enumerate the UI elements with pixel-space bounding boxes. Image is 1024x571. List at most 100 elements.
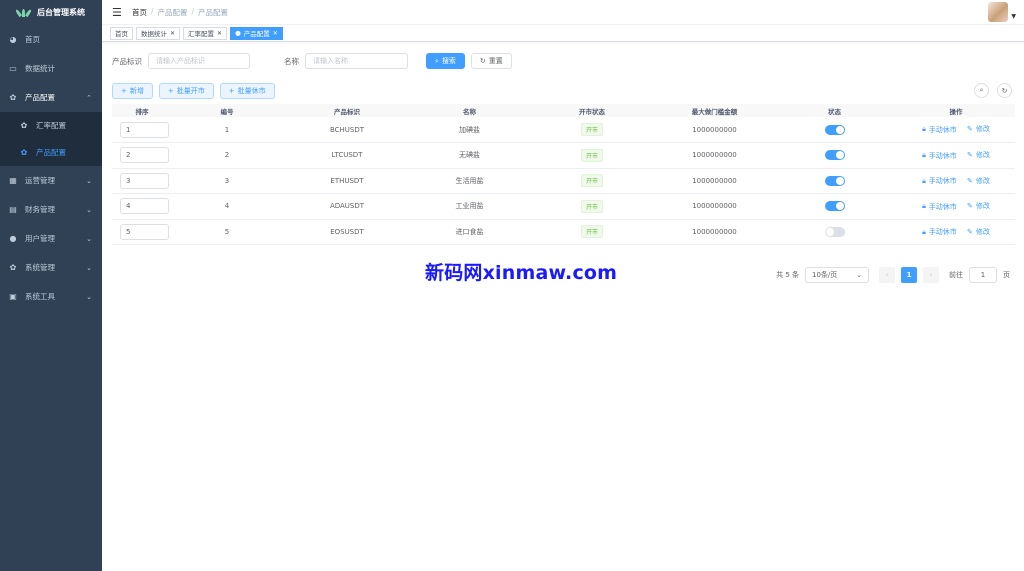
main-area: ☰ 首页 / 产品配置 / 产品配置 ▼ 首页 数据统计 ✕ 汇率配置 ✕ ● 产品配置 ✕ … bbox=[102, 0, 1024, 571]
sidebar-item[interactable]: ▭ 数据统计 bbox=[0, 54, 102, 83]
edit-button[interactable]: ✎ 修改 bbox=[967, 124, 990, 134]
sidebar-subitem[interactable]: ✿ 汇率配置 bbox=[0, 112, 102, 139]
sort-input[interactable]: 3 bbox=[120, 172, 169, 189]
actions-cell: 🔒︎ 手动休市 ✎ 修改 bbox=[897, 168, 1015, 194]
caret-down-icon[interactable]: ▼ bbox=[1011, 13, 1016, 20]
sidebar-item[interactable]: ✿ 产品配置 ⌃ bbox=[0, 83, 102, 112]
edit-label: 修改 bbox=[975, 151, 990, 159]
edit-button[interactable]: ✎ 修改 bbox=[967, 227, 990, 237]
symbol-cell: ADAUSDT bbox=[282, 193, 412, 220]
search-toggle-icon[interactable]: ⌕ bbox=[974, 83, 989, 98]
status-switch[interactable] bbox=[824, 201, 845, 212]
id-cell: 1 bbox=[172, 117, 282, 143]
refresh-icon: ↻ bbox=[479, 57, 486, 65]
edit-button[interactable]: ✎ 修改 bbox=[967, 150, 990, 160]
status-cell bbox=[772, 219, 897, 245]
breadcrumb-item[interactable]: 首页 bbox=[132, 7, 147, 18]
sidebar-item-label: 系统管理 bbox=[25, 263, 55, 272]
name-cell: 进口食盐 bbox=[412, 219, 527, 245]
max-cell: 1000000000 bbox=[657, 168, 772, 194]
market-cell: 开市 bbox=[527, 142, 657, 169]
status-switch[interactable] bbox=[824, 124, 845, 135]
market-status-badge: 开市 bbox=[580, 174, 603, 188]
close-icon[interactable]: ✕ bbox=[217, 30, 222, 37]
next-page-button[interactable]: › bbox=[923, 267, 939, 283]
edit-icon: ✎ bbox=[967, 227, 973, 236]
sidebar-subitem[interactable]: ✿ 产品配置 bbox=[0, 139, 102, 166]
market-cell: 开市 bbox=[527, 168, 657, 194]
name-input[interactable]: 请输入名称 bbox=[305, 53, 408, 69]
refresh-icon[interactable]: ↻ bbox=[997, 83, 1012, 98]
halt-button[interactable]: 🔒︎ 手动休市 bbox=[922, 176, 957, 186]
sort-input[interactable]: 2 bbox=[120, 147, 169, 164]
status-switch[interactable] bbox=[824, 226, 845, 237]
search-icon: ⌕ bbox=[435, 56, 439, 65]
close-icon[interactable]: ✕ bbox=[170, 30, 175, 37]
status-cell bbox=[772, 168, 897, 194]
tab[interactable]: 汇率配置 ✕ bbox=[183, 26, 228, 40]
goto-label: 前往 bbox=[949, 271, 963, 279]
search-button[interactable]: ⌕ 搜索 bbox=[426, 53, 465, 69]
batch-open-button[interactable]: + 批量开市 bbox=[158, 83, 214, 99]
add-button[interactable]: + 新增 bbox=[112, 83, 153, 99]
actions-cell: 🔒︎ 手动休市 ✎ 修改 bbox=[897, 142, 1015, 169]
hamburger-icon[interactable]: ☰ bbox=[112, 6, 126, 19]
sort-input[interactable]: 1 bbox=[120, 121, 169, 138]
status-switch[interactable] bbox=[824, 175, 845, 186]
avatar[interactable] bbox=[988, 2, 1008, 22]
sidebar-item[interactable]: ✿ 系统管理 ⌄ bbox=[0, 253, 102, 282]
halt-label: 手动休市 bbox=[928, 228, 957, 236]
status-cell bbox=[772, 142, 897, 169]
sidebar-item[interactable]: ◕ 首页 bbox=[0, 25, 102, 54]
tab[interactable]: 首页 bbox=[110, 26, 133, 40]
sidebar-item[interactable]: ● 用户管理 ⌄ bbox=[0, 224, 102, 253]
halt-button[interactable]: 🔒︎ 手动休市 bbox=[922, 227, 957, 237]
market-status-badge: 开市 bbox=[580, 123, 603, 136]
symbol-cell: EOSUSDT bbox=[282, 219, 412, 245]
product-input[interactable]: 请输入产品标识 bbox=[148, 53, 250, 69]
watermark: 新码网xinmaw.com bbox=[425, 262, 618, 284]
tab-label: 首页 bbox=[115, 30, 128, 38]
navbar: ☰ 首页 / 产品配置 / 产品配置 ▼ bbox=[102, 0, 1024, 25]
sidebar-item[interactable]: ▦ 运营管理 ⌄ bbox=[0, 166, 102, 195]
market-status-badge: 开市 bbox=[580, 148, 603, 162]
page-number-button[interactable]: 1 bbox=[901, 267, 917, 283]
lock-icon: 🔒︎ bbox=[922, 125, 926, 134]
tab[interactable]: ● 产品配置 ✕ bbox=[230, 26, 283, 40]
sidebar-item[interactable]: ▣ 系统工具 ⌄ bbox=[0, 282, 102, 311]
status-cell bbox=[772, 117, 897, 143]
max-cell: 1000000000 bbox=[657, 193, 772, 220]
page-size-select[interactable]: 10条/页 ⌄ bbox=[805, 267, 869, 283]
page-size-value: 10条/页 bbox=[812, 271, 838, 279]
halt-button[interactable]: 🔒︎ 手动休市 bbox=[922, 125, 957, 135]
reset-button[interactable]: ↻ 重置 bbox=[470, 53, 512, 69]
close-icon[interactable]: ✕ bbox=[273, 30, 278, 37]
sort-cell: 4 bbox=[112, 193, 172, 220]
sort-input[interactable]: 4 bbox=[120, 198, 169, 215]
tab[interactable]: 数据统计 ✕ bbox=[136, 26, 181, 40]
goto-input[interactable]: 1 bbox=[969, 267, 997, 283]
edit-button[interactable]: ✎ 修改 bbox=[967, 176, 990, 186]
sort-input[interactable]: 5 bbox=[120, 223, 169, 240]
symbol-cell: LTCUSDT bbox=[282, 142, 412, 169]
symbol-cell: BCHUSDT bbox=[282, 117, 412, 143]
edit-button[interactable]: ✎ 修改 bbox=[967, 201, 990, 211]
column-header: 产品标识 bbox=[282, 104, 412, 117]
status-switch[interactable] bbox=[824, 150, 845, 161]
batch-close-button[interactable]: + 批量休市 bbox=[219, 83, 275, 99]
max-cell: 1000000000 bbox=[657, 117, 772, 143]
sidebar-item[interactable]: ▤ 财务管理 ⌄ bbox=[0, 195, 102, 224]
logo-icon bbox=[14, 8, 33, 17]
plus-icon: + bbox=[228, 87, 235, 95]
halt-button[interactable]: 🔒︎ 手动休市 bbox=[922, 151, 957, 161]
id-cell: 3 bbox=[172, 168, 282, 194]
sort-cell: 3 bbox=[112, 168, 172, 194]
prev-page-button[interactable]: ‹ bbox=[879, 267, 895, 283]
breadcrumb-separator: / bbox=[151, 6, 154, 16]
halt-button[interactable]: 🔒︎ 手动休市 bbox=[922, 202, 957, 212]
batch-open-label: 批量开市 bbox=[176, 87, 205, 95]
add-button-label: 新增 bbox=[129, 87, 144, 95]
name-cell: 无碘盐 bbox=[412, 142, 527, 169]
column-header: 名称 bbox=[412, 104, 527, 117]
halt-label: 手动休市 bbox=[928, 125, 957, 134]
